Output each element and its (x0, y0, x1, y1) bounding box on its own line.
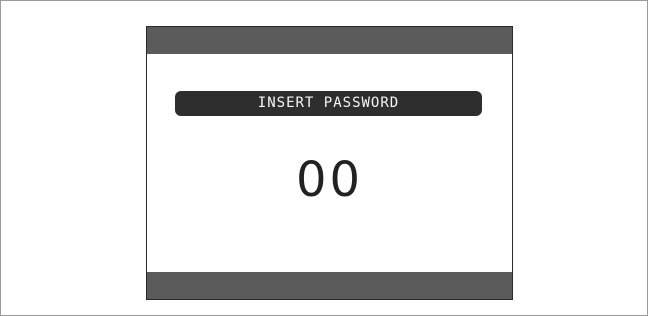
outer-frame: INSERT PASSWORD 00 (0, 0, 648, 316)
bottom-status-bar (147, 272, 512, 299)
insert-password-banner: INSERT PASSWORD (175, 91, 482, 116)
top-status-bar (147, 27, 512, 54)
device-screen: INSERT PASSWORD 00 (146, 26, 513, 300)
password-input[interactable]: 00 (147, 151, 512, 209)
